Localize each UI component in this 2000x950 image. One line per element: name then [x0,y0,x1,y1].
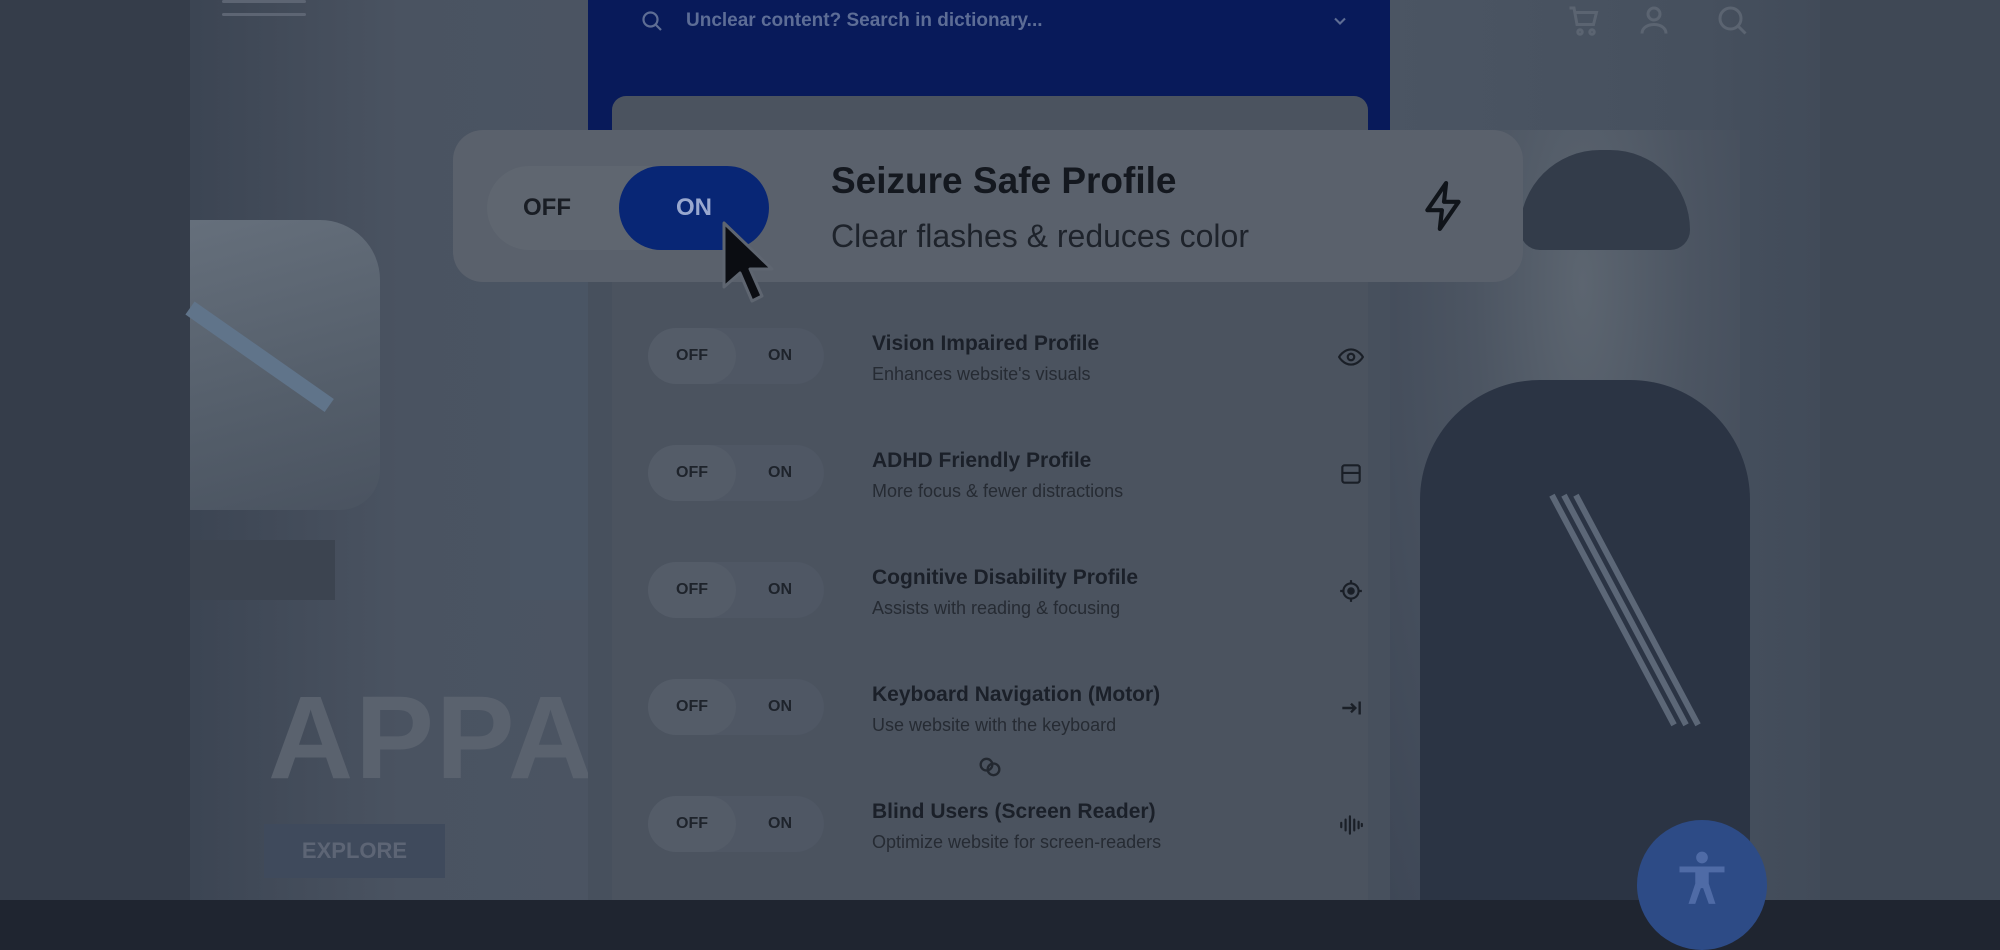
toggle-off-option[interactable]: OFF [648,796,736,852]
profile-title: Keyboard Navigation (Motor) [872,683,1161,706]
sound-wave-icon [1340,815,1363,835]
profile-toggle[interactable]: OFF ON [648,562,824,618]
toggle-off-option[interactable]: OFF [648,562,736,618]
profile-toggle[interactable]: OFF ON [648,445,824,501]
arrow-to-line-icon [1342,701,1361,715]
profile-description: Assists with reading & focusing [872,598,1121,618]
link-icon[interactable] [976,753,1004,781]
toggle-on-option[interactable]: ON [736,328,824,384]
profile-description: Use website with the keyboard [872,715,1117,735]
profile-description: More focus & fewer distractions [872,481,1124,501]
profile-title: ADHD Friendly Profile [872,449,1092,472]
profile-row-vision-impaired: OFF ON Vision Impaired Profile Enhances … [648,320,1364,400]
toggle-on-option[interactable]: ON [736,562,824,618]
eye-icon [1338,348,1364,366]
seizure-safe-profile-card: OFF ON Seizure Safe Profile Clear flashe… [453,130,1523,282]
hero-explore-button[interactable]: EXPLORE [264,824,445,878]
toggle-off-option[interactable]: OFF [487,166,607,250]
profile-toggle[interactable]: OFF ON [648,679,824,735]
profile-row-keyboard-navigation: OFF ON Keyboard Navigation (Motor) Use w… [648,671,1361,751]
profile-row-cognitive-disability: OFF ON Cognitive Disability Profile Assi… [648,554,1362,634]
profile-title: Blind Users (Screen Reader) [872,800,1156,823]
toggle-on-option[interactable]: ON [736,679,824,735]
hamburger-menu-icon[interactable] [222,0,306,40]
toggle-off-option[interactable]: OFF [648,679,736,735]
profile-description: Clear flashes & reduces color [831,218,1249,254]
profile-row-adhd-friendly: OFF ON ADHD Friendly Profile More focus … [648,437,1361,517]
toggle-on-option[interactable]: ON [736,445,824,501]
toggle-off-option[interactable]: OFF [648,328,736,384]
profile-toggle[interactable]: OFF ON [648,796,824,852]
site-right-margin [1820,0,2000,900]
mouse-pointer-icon [722,221,774,303]
toggle-on-option[interactable]: ON [736,796,824,852]
hero-image-block [510,260,590,600]
chevron-down-icon[interactable] [1330,11,1350,31]
accessibility-person-icon [1679,851,1725,904]
profile-description: Optimize website for screen-readers [872,832,1162,852]
profile-row-blind-users: OFF ON Blind Users (Screen Reader) Optim… [648,788,1363,868]
toggle-off-option[interactable]: OFF [648,445,736,501]
profile-description: Enhances website's visuals [872,364,1091,384]
search-icon[interactable] [1714,2,1750,38]
profile-title: Seizure Safe Profile [831,160,1177,201]
cart-icon[interactable] [1565,2,1601,38]
profile-title: Vision Impaired Profile [872,332,1100,355]
dictionary-search-input[interactable]: Unclear content? Search in dictionary... [686,10,1330,32]
lightning-bolt-icon [1425,180,1461,231]
site-left-margin [0,0,190,900]
accessibility-launcher-button[interactable] [1637,820,1767,950]
dictionary-search-bar[interactable]: Unclear content? Search in dictionary... [640,0,1350,42]
layout-icon [1341,464,1361,484]
profile-toggle[interactable]: OFF ON [648,328,824,384]
profile-title: Cognitive Disability Profile [872,566,1139,589]
target-icon [1340,580,1362,602]
search-icon [642,11,662,31]
hero-dark-block [190,540,335,600]
user-icon[interactable] [1636,2,1672,38]
